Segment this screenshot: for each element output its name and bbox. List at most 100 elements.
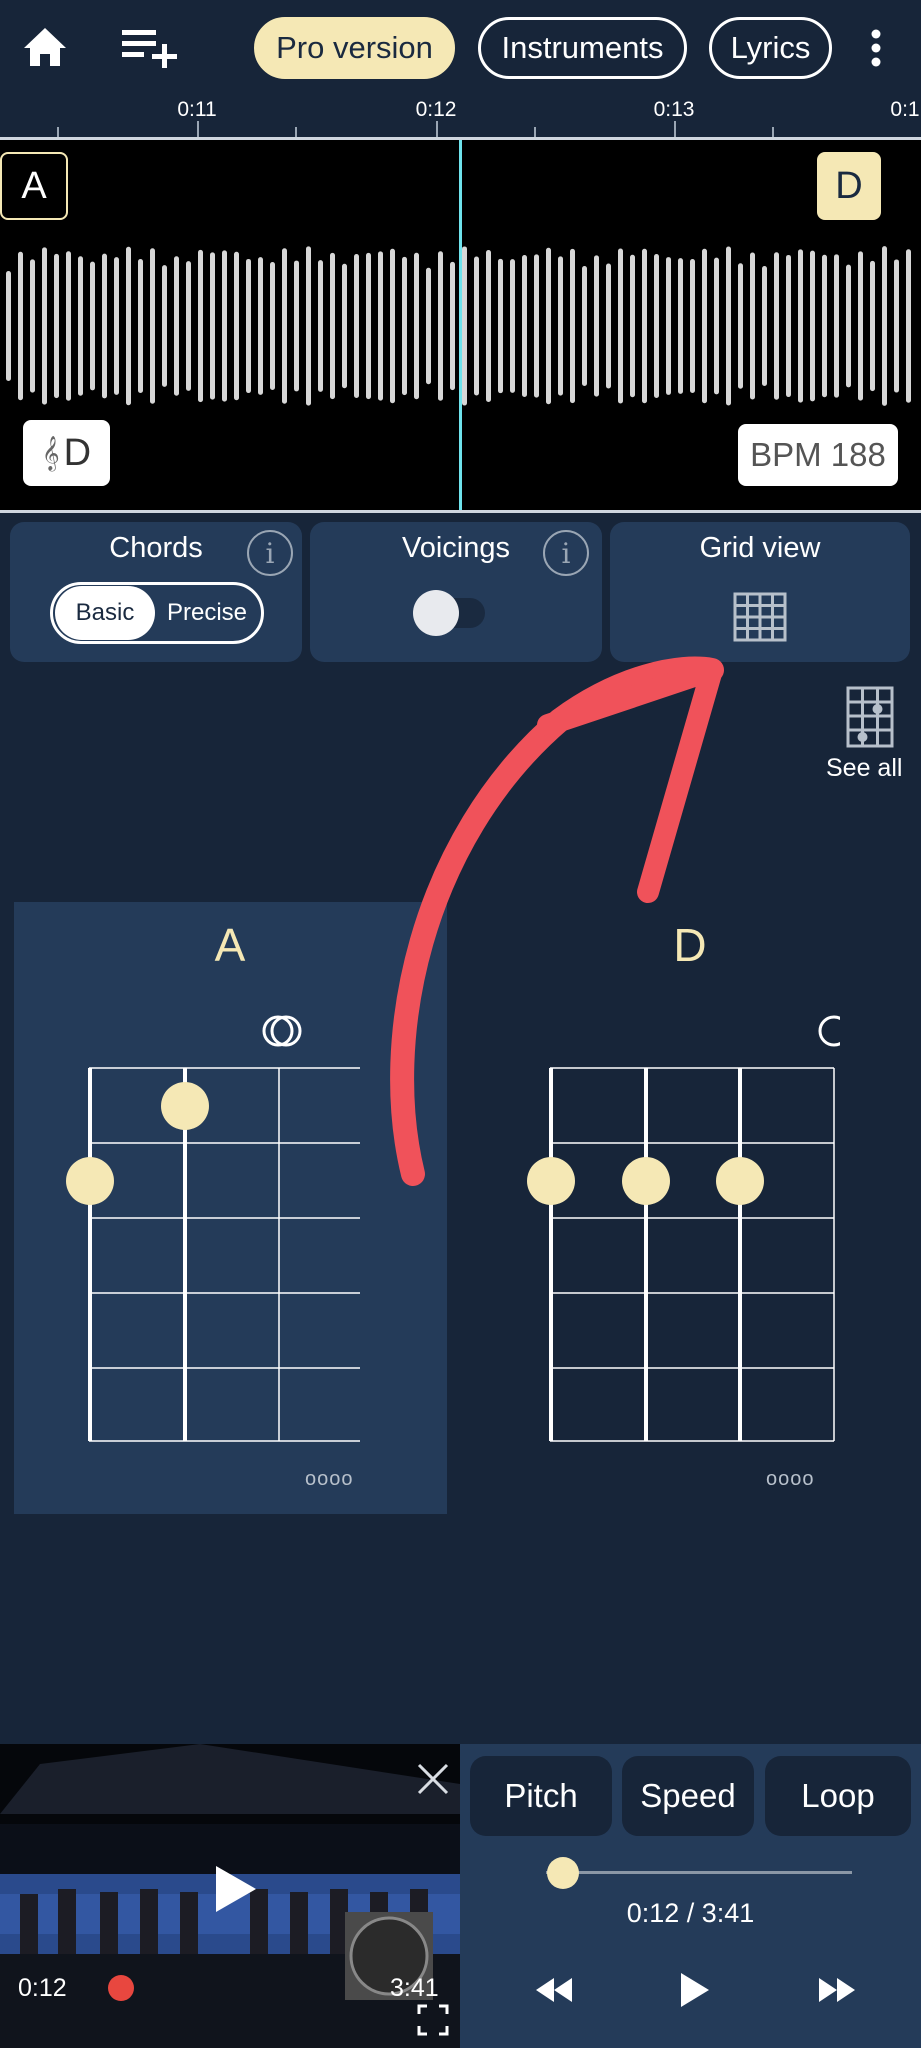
fullscreen-icon[interactable] xyxy=(417,2004,449,2036)
waveform-bar xyxy=(294,260,299,392)
playhead[interactable] xyxy=(459,140,462,512)
waveform-bar xyxy=(258,257,263,395)
grid-view-title: Grid view xyxy=(699,532,821,564)
finger-dot xyxy=(622,1157,670,1205)
seek-slider[interactable] xyxy=(546,1871,852,1874)
waveform-view[interactable]: A D 𝄞 D BPM 188 xyxy=(0,140,921,512)
waveform-bar xyxy=(210,252,215,400)
waveform-bar xyxy=(774,252,779,400)
fast-forward-icon[interactable] xyxy=(817,1976,857,2004)
play-icon[interactable] xyxy=(679,1971,711,2009)
mode-basic-option[interactable]: Basic xyxy=(55,586,155,640)
waveform-bar xyxy=(114,257,119,395)
add-to-playlist-button[interactable] xyxy=(118,22,182,72)
waveform-bar xyxy=(894,259,899,393)
speed-button[interactable]: Speed xyxy=(622,1756,754,1836)
waveform-bar xyxy=(810,250,815,402)
waveform-bar xyxy=(102,253,107,399)
waveform-bar xyxy=(846,264,851,388)
waveform-bar xyxy=(6,271,11,381)
waveform-bar xyxy=(414,252,419,400)
time-tick-label: 0:11 xyxy=(177,98,217,121)
waveform-bar xyxy=(642,248,647,404)
waveform-bar xyxy=(18,251,23,401)
waveform-bar xyxy=(786,254,791,398)
waveform-bar xyxy=(762,266,767,386)
voicings-toggle-knob[interactable] xyxy=(413,590,459,636)
playlist-add-icon xyxy=(122,30,177,68)
waveform-bar xyxy=(582,265,587,387)
grid-view-card[interactable]: Grid view xyxy=(610,522,910,662)
waveform-bar xyxy=(690,259,695,393)
waveform-bar xyxy=(438,251,443,401)
grid-icon xyxy=(733,592,787,642)
home-button[interactable] xyxy=(18,22,72,72)
time-tick-label: 0:13 xyxy=(653,98,695,121)
video-progress-dot[interactable] xyxy=(108,1975,134,2001)
waveform-bar xyxy=(450,261,455,391)
waveform-bar xyxy=(378,251,383,401)
key-label: D xyxy=(63,431,92,474)
finger-dot xyxy=(161,1082,209,1130)
waveform-bar xyxy=(354,254,359,398)
waveform-bar xyxy=(78,256,83,396)
lyrics-button[interactable]: Lyrics xyxy=(709,17,832,79)
waveform-bar xyxy=(390,248,395,404)
waveform-bar xyxy=(66,251,71,401)
chord-diagram-d[interactable] xyxy=(520,1010,840,1470)
loop-button[interactable]: Loop xyxy=(765,1756,911,1836)
mode-precise-option[interactable]: Precise xyxy=(155,586,259,640)
waveform-bar xyxy=(138,259,143,393)
finger-dot xyxy=(716,1157,764,1205)
more-voicings-dots[interactable]: oooo xyxy=(766,1468,815,1491)
chord-diagram-a[interactable] xyxy=(60,1010,360,1470)
chord-marker-a[interactable]: A xyxy=(0,152,68,220)
instruments-button[interactable]: Instruments xyxy=(478,17,687,79)
waveform-bar xyxy=(798,249,803,403)
open-string-icon xyxy=(818,1015,840,1047)
waveform-bar xyxy=(162,265,167,387)
waveform-bar xyxy=(126,246,131,406)
waveform-bar xyxy=(906,249,911,403)
waveform-bar xyxy=(270,262,275,390)
timeline-ruler[interactable]: 0:11 0:12 0:13 0:1 xyxy=(0,96,921,140)
waveform-bar xyxy=(882,246,887,406)
waveform-bar xyxy=(198,249,203,403)
pro-version-button[interactable]: Pro version xyxy=(254,17,455,79)
home-icon xyxy=(24,28,66,66)
waveform-bar xyxy=(42,247,47,405)
waveform-bar xyxy=(174,256,179,396)
waveform-bar xyxy=(726,246,731,406)
rewind-icon[interactable] xyxy=(534,1976,574,2004)
time-tick-label: 0:12 xyxy=(415,98,457,121)
pitch-button[interactable]: Pitch xyxy=(470,1756,612,1836)
chord-marker-d[interactable]: D xyxy=(817,152,881,220)
chords-info-icon[interactable]: i xyxy=(247,530,293,576)
key-indicator[interactable]: 𝄞 D xyxy=(23,420,110,486)
video-duration: 3:41 xyxy=(390,1974,439,2002)
top-bar: Pro version Instruments Lyrics xyxy=(0,0,921,96)
waveform-bar xyxy=(630,254,635,398)
waveform-bar xyxy=(498,258,503,394)
waveform-bar xyxy=(618,248,623,404)
waveform-bar xyxy=(510,259,515,393)
bpm-indicator[interactable]: BPM 188 xyxy=(738,424,898,486)
waveform-bar xyxy=(666,257,671,395)
waveform-bar xyxy=(402,256,407,396)
more-vertical-icon xyxy=(871,29,881,67)
voicings-info-icon[interactable]: i xyxy=(543,530,589,576)
waveform-bar xyxy=(858,251,863,401)
seek-slider-thumb[interactable] xyxy=(546,1857,579,1889)
more-voicings-dots[interactable]: oooo xyxy=(305,1468,354,1491)
see-all-link[interactable]: See all xyxy=(826,754,902,783)
chord-grid-icon[interactable] xyxy=(846,686,896,748)
more-menu-button[interactable] xyxy=(860,24,892,72)
close-icon[interactable] xyxy=(416,1762,450,1796)
waveform-bar xyxy=(474,256,479,396)
waveform-bar xyxy=(570,248,575,404)
waveform-bar xyxy=(222,250,227,402)
playback-time: 0:12 / 3:41 xyxy=(626,1898,755,1928)
video-current-time: 0:12 xyxy=(18,1974,67,2002)
waveform-bar xyxy=(594,255,599,397)
play-icon[interactable] xyxy=(214,1864,258,1914)
